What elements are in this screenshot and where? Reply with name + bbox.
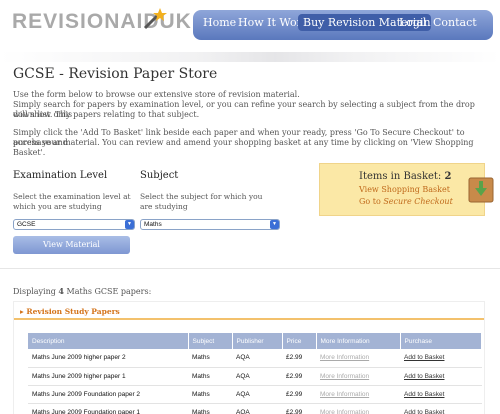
- row-price: £2.99: [282, 385, 316, 404]
- more-information-link[interactable]: More Information: [316, 367, 400, 386]
- more-information-link[interactable]: More Information: [316, 385, 400, 404]
- checkout-prefix: Go to: [359, 197, 384, 206]
- add-to-basket-link[interactable]: Add to Basket: [400, 385, 482, 404]
- row-price: £2.99: [282, 403, 316, 414]
- chevron-down-icon: ▼: [270, 220, 279, 229]
- row-publisher: AQA: [232, 349, 282, 368]
- table-row: Maths June 2009 Foundation paper 2 Maths…: [28, 385, 482, 404]
- basket-title-text: Items in Basket:: [359, 171, 442, 182]
- row-publisher: AQA: [232, 385, 282, 404]
- table-row: Maths June 2009 Foundation paper 1 Maths…: [28, 403, 482, 414]
- magic-wand-icon: [143, 8, 167, 30]
- panel-header[interactable]: ▸ Revision Study Papers: [14, 302, 484, 320]
- nav-login[interactable]: Login: [399, 16, 431, 29]
- col-publisher: Publisher: [232, 333, 283, 349]
- row-description: Maths June 2009 higher paper 2: [28, 349, 188, 368]
- panel-title-text: Revision Study Papers: [26, 307, 120, 316]
- row-price: £2.99: [282, 349, 316, 368]
- nav-home[interactable]: Home: [203, 16, 236, 29]
- intro-line-1: Use the form below to browse our extensi…: [13, 90, 300, 99]
- section-divider: [0, 268, 500, 269]
- basket-title: Items in Basket: 2: [359, 171, 451, 182]
- col-price: Price: [282, 333, 317, 349]
- col-description: Description: [28, 333, 189, 349]
- secure-checkout-link[interactable]: Secure Checkout: [383, 197, 452, 206]
- table-row: Maths June 2009 higher paper 1 Maths AQA…: [28, 367, 482, 386]
- subject-label: Subject: [140, 170, 179, 181]
- checkout-line: Go to Secure Checkout: [359, 197, 453, 206]
- add-to-basket-link[interactable]: Add to Basket: [400, 367, 482, 386]
- papers-table: Description Subject Publisher Price More…: [28, 333, 482, 414]
- site-header: REVISIONAIDUK Home How It Works Buy Revi…: [0, 0, 500, 52]
- basket-download-icon: [468, 177, 494, 203]
- results-prefix: Displaying: [13, 287, 59, 296]
- row-description: Maths June 2009 Foundation paper 1: [28, 403, 188, 414]
- panel-title: ▸ Revision Study Papers: [20, 307, 120, 316]
- intro-line-5: access your material. You can review and…: [13, 138, 474, 157]
- table-row: Maths June 2009 higher paper 2 Maths AQA…: [28, 349, 482, 368]
- chevron-down-icon: ▼: [125, 220, 134, 229]
- page-title: GCSE - Revision Paper Store: [13, 66, 218, 82]
- row-description: Maths June 2009 higher paper 1: [28, 367, 188, 386]
- main-nav: Home How It Works Buy Revision Material …: [193, 10, 493, 40]
- row-publisher: AQA: [232, 367, 282, 386]
- row-price: £2.99: [282, 367, 316, 386]
- exam-level-value: GCSE: [17, 221, 36, 228]
- exam-level-select[interactable]: GCSE ▼: [13, 219, 135, 230]
- intro-line-3: will show only papers relating to that s…: [13, 110, 200, 119]
- more-information-link[interactable]: More Information: [316, 349, 400, 368]
- col-purchase: Purchase: [400, 333, 482, 349]
- more-information-link[interactable]: More Information: [316, 403, 400, 414]
- add-to-basket-link[interactable]: Add to Basket: [400, 349, 482, 368]
- row-subject: Maths: [188, 367, 232, 386]
- row-description: Maths June 2009 Foundation paper 2: [28, 385, 188, 404]
- basket-summary: Items in Basket: 2 View Shopping Basket …: [319, 163, 494, 216]
- subject-select[interactable]: Maths ▼: [140, 219, 280, 230]
- exam-level-desc: Select the examination level at which yo…: [13, 192, 131, 211]
- exam-level-label: Examination Level: [13, 170, 108, 181]
- view-material-button[interactable]: View Material: [13, 236, 130, 254]
- table-header-row: Description Subject Publisher Price More…: [28, 333, 482, 349]
- row-subject: Maths: [188, 385, 232, 404]
- row-subject: Maths: [188, 349, 232, 368]
- basket-count: 2: [444, 171, 452, 182]
- header-shadow: [0, 52, 500, 62]
- row-subject: Maths: [188, 403, 232, 414]
- subject-desc: Select the subject for which you are stu…: [140, 192, 263, 211]
- subject-value: Maths: [144, 221, 162, 228]
- row-publisher: AQA: [232, 403, 282, 414]
- col-more-information: More Information: [316, 333, 401, 349]
- results-suffix: Maths GCSE papers:: [64, 287, 152, 296]
- view-shopping-basket-link[interactable]: View Shopping Basket: [359, 185, 450, 194]
- add-to-basket-link[interactable]: Add to Basket: [400, 403, 482, 414]
- nav-contact[interactable]: Contact: [433, 16, 477, 29]
- revision-papers-panel: ▸ Revision Study Papers Description Subj…: [13, 301, 485, 414]
- col-subject: Subject: [188, 333, 233, 349]
- results-summary: Displaying 4 Maths GCSE papers:: [13, 286, 151, 296]
